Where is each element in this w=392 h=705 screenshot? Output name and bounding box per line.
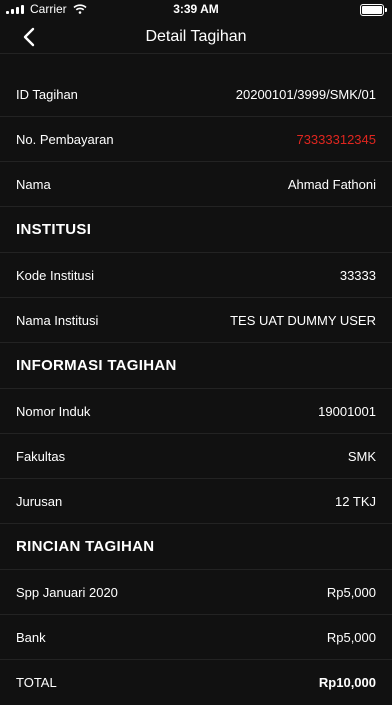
- row-label: Bank: [16, 629, 46, 645]
- row-label: Spp Januari 2020: [16, 584, 118, 600]
- row-value: Rp5,000: [326, 629, 376, 645]
- row-value: 33333: [339, 267, 376, 283]
- row-jurusan: Jurusan 12 TKJ: [0, 479, 392, 524]
- row-label: Nama: [16, 176, 51, 192]
- section-header-rincian-tagihan: RINCIAN TAGIHAN: [0, 524, 392, 570]
- row-value: 20200101/3999/SMK/01: [235, 86, 376, 102]
- row-label: Nomor Induk: [16, 403, 91, 419]
- page-title: Detail Tagihan: [145, 28, 247, 45]
- row-label: No. Pembayaran: [16, 131, 114, 147]
- row-label: Nama Institusi: [16, 312, 99, 328]
- row-value: SMK: [347, 448, 376, 464]
- section-header-institusi: INSTITUSI: [0, 207, 392, 253]
- row-value: 12 TKJ: [335, 493, 376, 509]
- row-total: TOTAL Rp10,000: [0, 660, 392, 705]
- status-time: 3:39 AM: [173, 2, 219, 16]
- row-id-tagihan: ID Tagihan 20200101/3999/SMK/01: [0, 72, 392, 117]
- row-no-pembayaran: No. Pembayaran 73333312345: [0, 117, 392, 162]
- section-header-informasi-tagihan: INFORMASI TAGIHAN: [0, 343, 392, 389]
- status-bar: Carrier 3:39 AM: [0, 0, 392, 20]
- nav-bar: Detail Tagihan: [0, 20, 392, 54]
- row-bank: Bank Rp5,000: [0, 615, 392, 660]
- row-value: Ahmad Fathoni: [287, 176, 376, 192]
- row-value: 19001001: [318, 403, 376, 419]
- row-value: TES UAT DUMMY USER: [230, 312, 376, 328]
- row-nama: Nama Ahmad Fathoni: [0, 162, 392, 207]
- row-label: Kode Institusi: [16, 267, 95, 283]
- row-nomor-induk: Nomor Induk 19001001: [0, 389, 392, 434]
- row-label: ID Tagihan: [16, 86, 78, 102]
- status-right: [360, 4, 387, 16]
- row-nama-institusi: Nama Institusi TES UAT DUMMY USER: [0, 298, 392, 343]
- row-kode-institusi: Kode Institusi 33333: [0, 253, 392, 298]
- total-value: Rp10,000: [318, 675, 376, 690]
- battery-icon: [360, 4, 387, 16]
- row-value: Rp5,000: [326, 584, 376, 600]
- bill-detail-list: ID Tagihan 20200101/3999/SMK/01 No. Pemb…: [0, 72, 392, 705]
- payment-number-value: 73333312345: [296, 131, 376, 147]
- total-label: TOTAL: [16, 675, 57, 690]
- row-spp: Spp Januari 2020 Rp5,000: [0, 570, 392, 615]
- row-fakultas: Fakultas SMK: [0, 434, 392, 479]
- row-label: Fakultas: [16, 448, 66, 464]
- row-label: Jurusan: [16, 493, 63, 509]
